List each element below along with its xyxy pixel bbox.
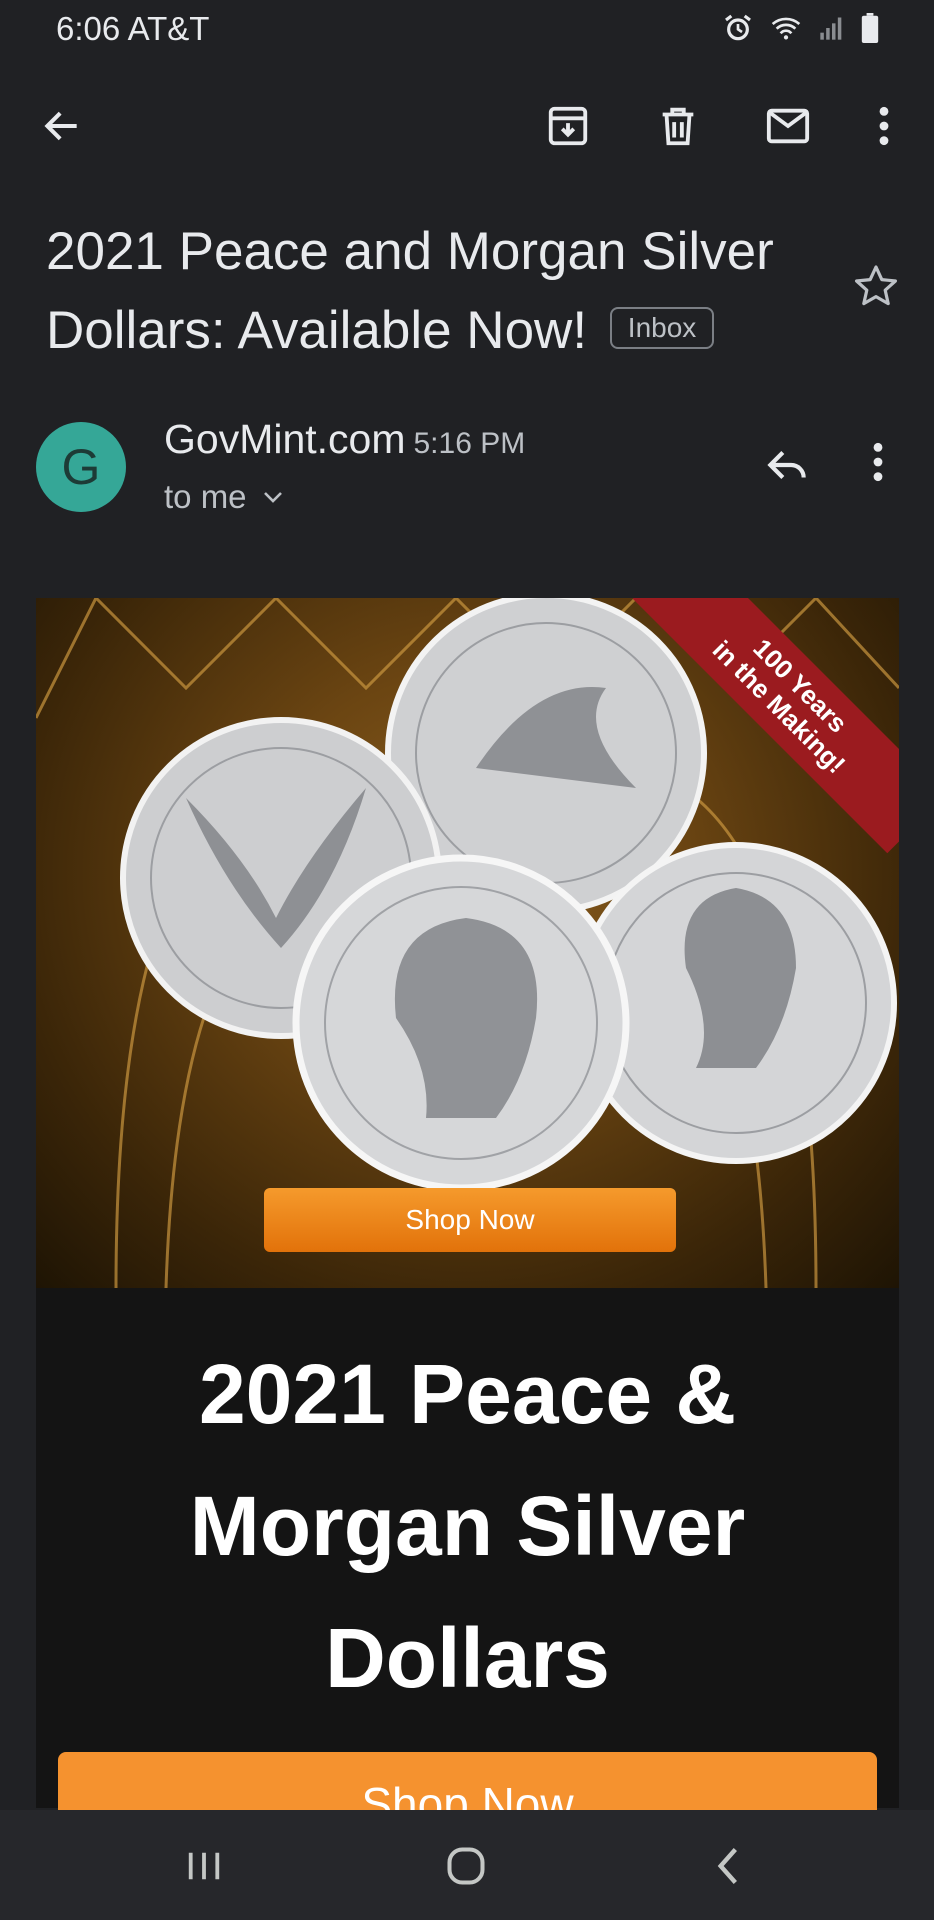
wifi-icon — [771, 17, 801, 40]
home-button[interactable] — [436, 1836, 496, 1896]
promo-headline: 2021 Peace & Morgan Silver Dollars — [36, 1328, 899, 1724]
system-nav-bar — [0, 1810, 934, 1920]
recent-apps-icon — [188, 1852, 220, 1880]
system-back-button[interactable] — [698, 1836, 758, 1896]
archive-button[interactable] — [532, 90, 604, 162]
archive-icon — [548, 106, 588, 146]
mark-unread-button[interactable] — [752, 90, 824, 162]
more-vert-icon — [873, 442, 883, 482]
more-options-button[interactable] — [848, 90, 920, 162]
back-button[interactable] — [26, 90, 98, 162]
email-toolbar — [0, 90, 934, 162]
star-button[interactable] — [852, 262, 908, 318]
headline-line-3: Dollars — [325, 1611, 610, 1705]
chevron-left-icon — [717, 1848, 737, 1884]
battery-icon — [861, 13, 879, 43]
alarm-icon — [725, 14, 751, 41]
star-icon — [855, 265, 897, 306]
reply-button[interactable] — [762, 440, 818, 496]
sender-name[interactable]: GovMint.com — [164, 416, 406, 462]
headline-line-1: 2021 Peace & — [198, 1347, 737, 1441]
recipient-text: to me — [164, 478, 247, 515]
hero-banner[interactable]: 100 Years in the Making! Shop Now — [36, 598, 899, 1288]
recipient-toggle[interactable]: to me — [164, 478, 285, 516]
hero-shop-now-button[interactable]: Shop Now — [264, 1188, 676, 1252]
message-more-button[interactable] — [868, 440, 902, 496]
status-time-carrier: 6:06 AT&T — [56, 10, 210, 47]
sender-line: GovMint.com 5:16 PM — [164, 416, 525, 463]
promo-panel: 2021 Peace & Morgan Silver Dollars Shop … — [36, 1288, 899, 1842]
email-subject: 2021 Peace and Morgan Silver Dollars: Av… — [46, 212, 816, 370]
inbox-label-badge[interactable]: Inbox — [609, 307, 715, 349]
email-time: 5:16 PM — [413, 427, 526, 460]
more-vert-icon — [879, 106, 889, 146]
trash-icon — [662, 107, 694, 146]
status-bar: 6:06 AT&T — [0, 0, 934, 60]
mail-icon — [766, 108, 810, 144]
recent-apps-button[interactable] — [174, 1836, 234, 1896]
reply-icon — [767, 451, 806, 479]
signal-icon — [820, 17, 842, 40]
sender-avatar[interactable]: G — [36, 422, 126, 512]
headline-line-2: Morgan Silver — [189, 1479, 746, 1573]
delete-button[interactable] — [642, 90, 714, 162]
chevron-down-icon — [263, 492, 282, 503]
status-icons — [722, 12, 880, 44]
home-icon — [447, 1847, 485, 1885]
arrow-left-icon — [44, 111, 77, 141]
